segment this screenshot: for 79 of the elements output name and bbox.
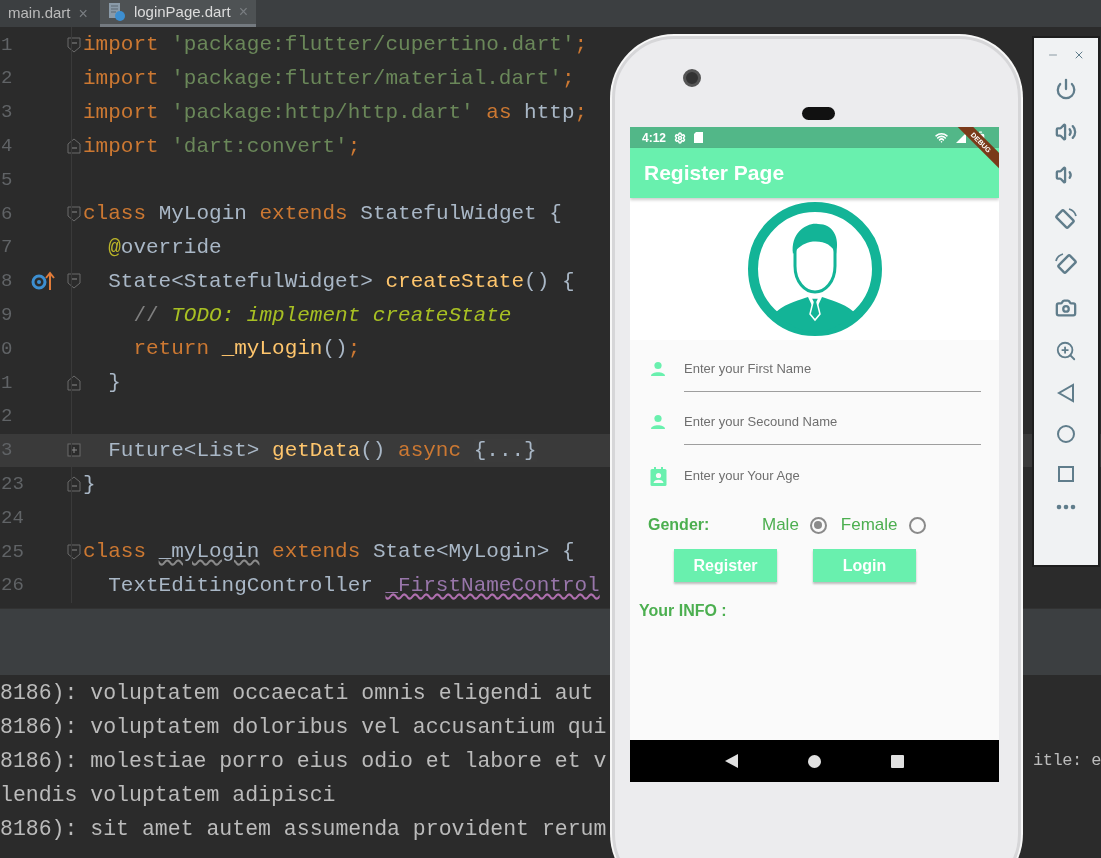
power-icon[interactable] (1055, 78, 1077, 100)
line-number: 2 (0, 404, 14, 430)
app-button[interactable]: Register (674, 549, 777, 582)
line-number: 1 (0, 370, 14, 396)
tab-close-icon[interactable]: × (238, 0, 248, 24)
code-line: @override (107, 234, 222, 261)
code-line: State<StatefulWidget> createState() { (107, 268, 575, 295)
sd-card-icon (694, 132, 704, 143)
settings-icon (674, 131, 687, 144)
more-icon[interactable] (1056, 504, 1076, 510)
person-icon (650, 414, 666, 430)
volume-up-icon[interactable] (1055, 121, 1077, 143)
code-line: // TODO: implement createState (132, 302, 512, 329)
camera-lens (683, 69, 701, 87)
rotate-icon[interactable] (1054, 207, 1078, 231)
file-tab[interactable]: main.dart × (0, 0, 96, 27)
wifi-icon (935, 131, 948, 144)
close-icon[interactable] (1073, 49, 1085, 61)
line-number: 24 (0, 505, 22, 531)
code-line: import 'package:http/http.dart' as http; (83, 99, 588, 126)
info-label: Your INFO : (639, 601, 728, 621)
line-number: 5 (0, 167, 14, 193)
line-number: 0 (0, 336, 14, 362)
person-icon (650, 361, 666, 377)
signal-icon (956, 132, 966, 143)
radio-label: Female (840, 514, 898, 537)
rotate-icon[interactable] (1054, 252, 1078, 276)
app-bar-title: Register Page (644, 160, 785, 187)
app-button[interactable]: Login (813, 549, 916, 582)
log-line: 8186): molestiae porro eius odio et labore et v (0, 747, 607, 775)
log-line: 8186): voluptatem occaecati omnis eligendi aut (0, 679, 594, 707)
log-line: itle: e (1033, 750, 1101, 773)
code-line: } (83, 471, 96, 498)
log-line: lendis voluptatem adipisci (0, 781, 336, 809)
line-number: 25 (0, 539, 22, 565)
line-number: 4 (0, 134, 14, 160)
camera-icon[interactable] (1055, 297, 1077, 319)
file-tab[interactable]: loginPage.dart × (99, 0, 256, 27)
code-line: TextEditingController _FirstNameControl (107, 572, 600, 599)
line-number: 23 (0, 472, 22, 497)
code-line: } (107, 370, 121, 397)
code-line: import 'package:flutter/material.dart'; (83, 65, 575, 92)
text-input-field[interactable]: Enter your First Name (684, 354, 981, 392)
line-number: 7 (0, 235, 14, 261)
line-number: 6 (0, 201, 14, 227)
log-line: 8186): sit amet autem assumenda provident rerum (0, 815, 607, 843)
zoom-in-icon[interactable] (1055, 340, 1077, 362)
code-line: Future<List> getData() async {...} (107, 437, 537, 464)
gender-label: Gender: (648, 515, 711, 535)
radio-button[interactable] (809, 516, 827, 534)
home-icon[interactable] (808, 754, 821, 768)
line-number: 2 (0, 66, 14, 92)
id-badge-icon (649, 467, 667, 487)
radio-label: Male (762, 514, 799, 537)
back-icon[interactable] (725, 754, 738, 768)
recents-icon[interactable] (891, 754, 904, 768)
line-number: 8 (0, 269, 14, 295)
dart-file-icon (107, 2, 126, 22)
radio-button[interactable] (908, 516, 926, 534)
line-number: 9 (0, 303, 14, 328)
overview-icon[interactable] (1057, 465, 1075, 483)
code-line: import 'package:flutter/cupertino.dart'; (83, 32, 588, 59)
code-line: return _myLogin(); (132, 336, 361, 363)
status-time: 4:12 (642, 129, 667, 147)
override-gutter-icon[interactable] (31, 271, 55, 292)
text-input-field[interactable]: Enter your Your Age (684, 460, 981, 498)
code-line: class MyLogin extends StatefulWidget { (83, 201, 562, 228)
line-number: 26 (0, 573, 22, 599)
tab-label: loginPage.dart (133, 1, 231, 22)
tab-label: main.dart (8, 3, 71, 24)
tab-close-icon[interactable]: × (78, 1, 88, 26)
code-line: class _myLogin extends State<MyLogin> { (83, 539, 575, 566)
text-input-field[interactable]: Enter your Secound Name (684, 407, 981, 445)
phone-speaker (802, 107, 835, 120)
line-number: 1 (0, 32, 14, 58)
code-line: import 'dart:convert'; (83, 133, 361, 160)
person-avatar-icon (747, 202, 882, 336)
log-line: 8186): voluptatem doloribus vel accusantium qui (0, 713, 607, 741)
line-number: 3 (0, 100, 14, 126)
